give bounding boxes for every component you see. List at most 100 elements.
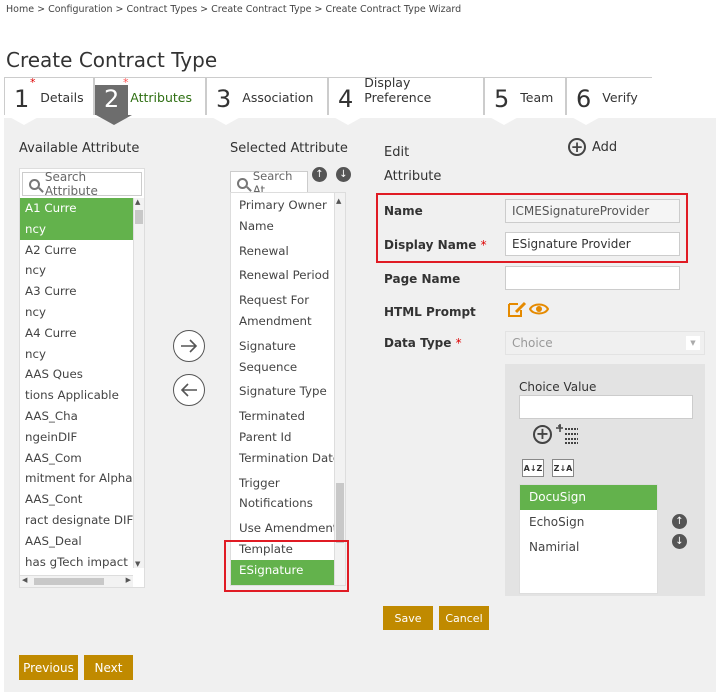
selected-vscrollbar[interactable]: ▲: [334, 193, 345, 585]
selected-attribute-item[interactable]: Use Amendment: [231, 518, 337, 539]
available-attribute-item[interactable]: mitment for Alphab: [20, 468, 140, 489]
edit-attribute-heading: Edit Attribute: [384, 145, 442, 184]
selected-attribute-item[interactable]: Renewal Period: [231, 265, 334, 286]
available-attribute-item[interactable]: AAS_Cha: [20, 406, 133, 427]
move-right-button[interactable]: [173, 330, 205, 362]
available-items: A1 Curre ncy A2 Curre ncy A3 Curre ncy A4 Curr…: [20, 198, 140, 573]
selected-attribute-item[interactable]: Trigger: [231, 473, 334, 494]
selected-attribute-heading: Selected Attribute: [230, 141, 348, 156]
view-prompt-icon[interactable]: [528, 301, 550, 321]
search-icon: [29, 178, 40, 190]
search-icon: [237, 177, 248, 189]
available-attribute-item[interactable]: ncy: [20, 302, 133, 323]
available-attribute-item[interactable]: AAS_Com: [20, 448, 133, 469]
next-button[interactable]: Next: [84, 655, 133, 680]
available-attribute-item[interactable]: A4 Curre: [20, 323, 133, 344]
previous-button[interactable]: Previous: [19, 655, 78, 680]
arrow-up-icon: ↑: [675, 516, 684, 527]
breadcrumb-configuration[interactable]: Configuration: [48, 4, 112, 15]
wizard-step-team[interactable]: 5 Team: [484, 76, 566, 125]
choice-move-up-button[interactable]: ↑: [672, 514, 687, 529]
available-attribute-item[interactable]: A1 Curre: [20, 198, 133, 219]
available-attribute-item[interactable]: ngeinDIF: [20, 427, 133, 448]
sort-descending-button[interactable]: Z↓A: [552, 459, 574, 477]
breadcrumb-home[interactable]: Home: [6, 4, 34, 15]
selected-attribute-item[interactable]: Name: [231, 216, 334, 237]
arrow-right-icon: [181, 339, 198, 353]
selected-attribute-item[interactable]: Notifications: [231, 493, 334, 514]
page-title: Create Contract Type: [6, 48, 218, 72]
name-label: Name: [384, 204, 423, 218]
plus-circle-icon: +: [533, 424, 552, 444]
wizard-step-display-preference[interactable]: 4 Display Preference: [328, 75, 484, 125]
arrow-left-icon: [180, 383, 197, 397]
selected-attribute-item[interactable]: Signature Type: [231, 381, 334, 402]
display-name-label: Display Name *: [384, 238, 487, 252]
selected-items: Primary Owner Name Renewal Renewal Period Re…: [231, 195, 340, 585]
display-name-field[interactable]: ESignature Provider: [505, 232, 680, 256]
choice-option[interactable]: Namirial: [520, 535, 657, 560]
selected-attribute-item[interactable]: Amendment: [231, 311, 334, 332]
available-search-input[interactable]: Search Attribute: [22, 170, 142, 198]
selected-attribute-item[interactable]: Signature: [231, 336, 334, 357]
data-type-select[interactable]: Choice ▼: [505, 331, 705, 355]
available-attribute-item[interactable]: AAS_Deal: [20, 531, 133, 552]
available-attribute-item[interactable]: A3 Curre: [20, 281, 133, 302]
available-hscrollbar[interactable]: ◀ ▶: [20, 575, 133, 587]
page-name-field[interactable]: [505, 266, 680, 290]
selected-items-box: Primary Owner Name Renewal Renewal Period Re…: [230, 192, 346, 586]
available-attribute-item[interactable]: A2 Curre: [20, 240, 133, 261]
available-attribute-item[interactable]: ncy: [20, 344, 133, 365]
arrow-down-icon: ↓: [675, 536, 684, 547]
selected-attribute-item[interactable]: Renewal: [231, 241, 334, 262]
choice-move-down-button[interactable]: ↓: [672, 534, 687, 549]
breadcrumb-contract-types[interactable]: Contract Types: [127, 4, 198, 15]
available-attribute-heading: Available Attribute: [19, 141, 140, 156]
selected-item-highlight: [224, 540, 349, 592]
add-choice-button[interactable]: +: [533, 424, 552, 444]
selected-attribute-list: Search At Primary Owner Name Renewal Renewa…: [230, 168, 356, 592]
selected-attribute-item[interactable]: Parent Id: [231, 427, 334, 448]
available-attribute-list: Search Attribute A1 Curre ncy A2 Curre ncy A…: [19, 168, 145, 588]
available-vscrollbar[interactable]: ▲ ▼: [133, 198, 144, 568]
bulk-add-icon[interactable]: [556, 423, 580, 449]
selected-attribute-item[interactable]: Request For: [231, 290, 334, 311]
plus-circle-icon: +: [568, 138, 586, 156]
sort-desc-icon: Z↓A: [553, 463, 573, 473]
available-attribute-item[interactable]: has gTech impact: [20, 552, 133, 573]
wizard-step-details[interactable]: 1 * Details: [4, 76, 94, 125]
available-attribute-item[interactable]: ract designate DIF: [20, 510, 133, 531]
breadcrumb: Home > Configuration > Contract Types > …: [6, 4, 462, 15]
available-attribute-item[interactable]: ncy: [20, 218, 133, 240]
choice-value-input[interactable]: [519, 395, 693, 419]
name-field[interactable]: ICMESignatureProvider: [505, 199, 680, 223]
wizard-step-attributes[interactable]: 2 * Attributes: [94, 76, 206, 125]
available-attribute-item[interactable]: ncy: [20, 260, 133, 281]
choice-option[interactable]: EchoSign: [520, 510, 657, 535]
available-attribute-item[interactable]: AAS Ques: [20, 364, 133, 385]
wizard-step-association[interactable]: 3 Association: [206, 76, 328, 125]
selected-attribute-item[interactable]: Sequence: [231, 357, 334, 378]
sort-asc-icon: A↓Z: [523, 463, 543, 473]
breadcrumb-wizard: Create Contract Type Wizard: [325, 4, 462, 15]
choice-option[interactable]: DocuSign: [520, 485, 657, 510]
move-left-button[interactable]: [173, 374, 205, 406]
page-name-label: Page Name: [384, 272, 461, 286]
available-attribute-item[interactable]: tions Applicable: [20, 385, 133, 406]
cancel-button[interactable]: Cancel: [439, 606, 489, 630]
selected-attribute-item[interactable]: Terminated: [231, 406, 334, 427]
choice-value-label: Choice Value: [519, 380, 597, 394]
available-attribute-item[interactable]: AAS_Cont: [20, 489, 133, 510]
data-type-label: Data Type *: [384, 336, 462, 350]
selected-attribute-item[interactable]: Termination Date: [231, 448, 340, 469]
wizard-steps: 1 * Details 2 * Attributes 3 Association…: [4, 75, 714, 125]
breadcrumb-create-contract-type[interactable]: Create Contract Type: [211, 4, 311, 15]
add-attribute-button[interactable]: + Add: [568, 138, 617, 156]
choice-options-list: DocuSign EchoSign Namirial: [519, 484, 658, 594]
selected-attribute-item[interactable]: Primary Owner: [231, 195, 334, 216]
save-button[interactable]: Save: [383, 606, 433, 630]
edit-prompt-icon[interactable]: [507, 300, 527, 322]
chevron-down-icon: ▼: [686, 336, 700, 350]
wizard-step-verify[interactable]: 6 Verify: [566, 76, 652, 125]
sort-ascending-button[interactable]: A↓Z: [522, 459, 544, 477]
